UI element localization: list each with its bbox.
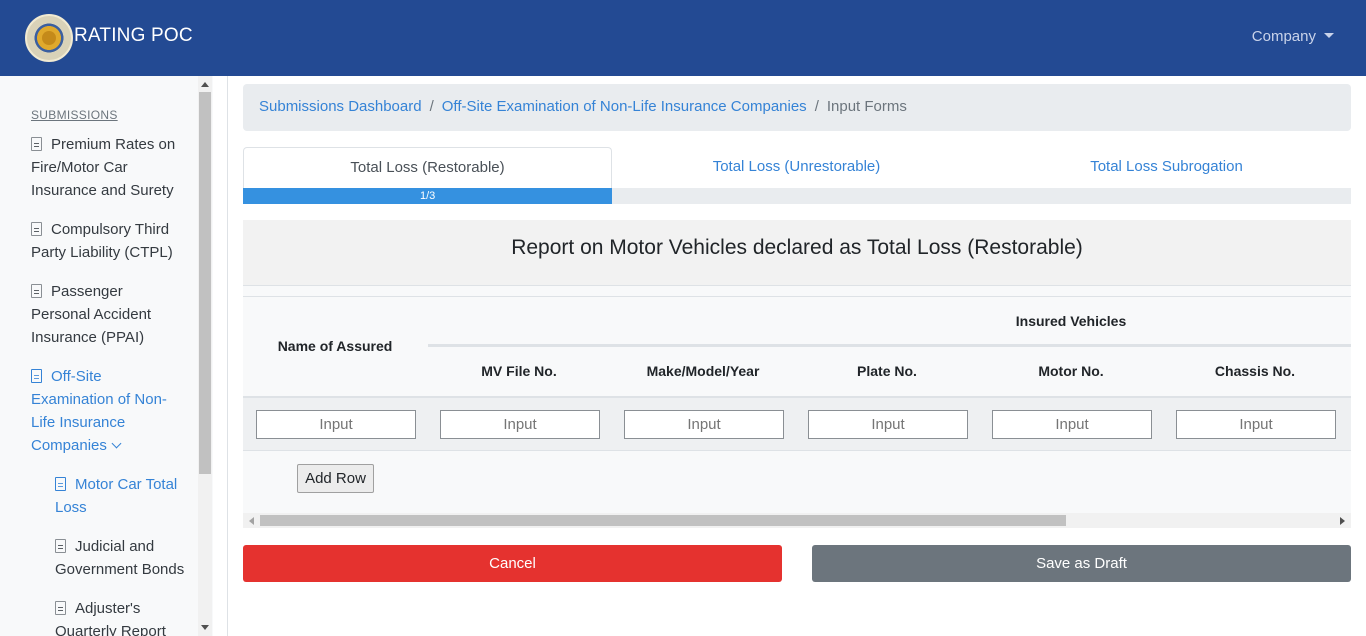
group-header-rule (428, 344, 1351, 347)
step-progress: 1/3 (243, 188, 1351, 204)
scroll-right-arrow-icon[interactable] (1340, 517, 1345, 525)
sidebar-item-label: Motor Car Total Loss (55, 476, 178, 516)
sidebar-item-label: Compulsory Third Party Liability (CTPL) (31, 221, 173, 261)
breadcrumb-link-offsite[interactable]: Off-Site Examination of Non-Life Insuran… (442, 98, 807, 115)
sidebar-item-label: Judicial and Government Bonds (55, 538, 185, 578)
top-navbar: RATING POC Company (0, 0, 1366, 76)
document-icon (31, 369, 42, 383)
group-header-insured-vehicles: Insured Vehicles (1015, 313, 1127, 329)
step-progress-bar: 1/3 (243, 188, 613, 204)
motor-no-input[interactable] (992, 410, 1152, 439)
sidebar-scrollbar[interactable] (198, 76, 212, 636)
sidebar-subitem-adjusters-report[interactable]: Adjuster's Quarterly Report (55, 597, 185, 636)
vehicle-table: Name of Assured Insured Vehicles MV File… (243, 286, 1351, 528)
name-of-assured-input[interactable] (256, 410, 416, 439)
make-model-year-input[interactable] (624, 410, 784, 439)
breadcrumb-current: Input Forms (826, 98, 907, 115)
mv-file-no-input[interactable] (440, 410, 600, 439)
scroll-left-arrow-icon[interactable] (249, 517, 254, 525)
table-scrollbar-thumb[interactable] (260, 515, 1066, 526)
column-header-plate-no: Plate No. (857, 363, 917, 379)
sidebar-item-label: Premium Rates on Fire/Motor Car Insuranc… (31, 136, 176, 199)
column-header-mv-file-no: MV File No. (481, 363, 557, 379)
tab-total-loss-subrogation[interactable]: Total Loss Subrogation (982, 147, 1351, 188)
company-dropdown-label: Company (1251, 28, 1316, 45)
sidebar-item-label: Off-Site Examination of Non-Life Insuran… (31, 368, 167, 454)
sidebar: SUBMISSIONS Premium Rates on Fire/Motor … (0, 76, 213, 636)
cancel-button[interactable]: Cancel (243, 545, 782, 582)
scroll-up-arrow-icon[interactable] (201, 82, 209, 87)
sidebar-divider (227, 76, 228, 636)
table-top-rule (243, 296, 1351, 297)
form-title: Report on Motor Vehicles declared as Tot… (243, 220, 1351, 286)
plate-no-input[interactable] (808, 410, 968, 439)
document-icon (55, 539, 66, 553)
scroll-down-arrow-icon[interactable] (201, 625, 209, 630)
sidebar-item-label: Passenger Personal Accident Insurance (P… (31, 283, 152, 346)
sidebar-heading: SUBMISSIONS (31, 108, 118, 122)
caret-down-icon (1324, 33, 1334, 38)
breadcrumb: Submissions Dashboard / Off-Site Examinati… (243, 84, 1351, 131)
sidebar-subitem-motor-car-total-loss[interactable]: Motor Car Total Loss (55, 473, 185, 519)
breadcrumb-separator: / (429, 98, 434, 115)
document-icon (31, 222, 42, 236)
sidebar-item-ctpl[interactable]: Compulsory Third Party Liability (CTPL) (31, 218, 181, 264)
column-header-chassis-no: Chassis No. (1214, 363, 1296, 379)
chassis-no-input[interactable] (1176, 410, 1336, 439)
column-header-make-model-year: Make/Model/Year (646, 363, 760, 379)
document-icon (31, 137, 42, 151)
save-as-draft-button[interactable]: Save as Draft (812, 545, 1351, 582)
sidebar-item-ppai[interactable]: Passenger Personal Accident Insurance (P… (31, 280, 161, 349)
add-row-button[interactable]: Add Row (297, 464, 374, 493)
breadcrumb-separator: / (814, 98, 819, 115)
tab-total-loss-restorable[interactable]: Total Loss (Restorable) (243, 147, 612, 188)
company-dropdown[interactable]: Company (1252, 28, 1334, 45)
logo-seal-icon[interactable] (25, 14, 73, 62)
sidebar-item-premium-rates[interactable]: Premium Rates on Fire/Motor Car Insuranc… (31, 133, 181, 202)
column-header-motor-no: Motor No. (1038, 363, 1104, 379)
document-icon (55, 601, 66, 615)
sidebar-scrollbar-thumb[interactable] (199, 92, 211, 474)
app-brand[interactable]: RATING POC (74, 25, 193, 47)
sidebar-item-label: Adjuster's Quarterly Report (55, 600, 166, 636)
table-horizontal-scrollbar[interactable] (243, 513, 1351, 528)
sidebar-item-offsite-examination[interactable]: Off-Site Examination of Non-Life Insuran… (31, 365, 177, 457)
chevron-down-icon (111, 438, 122, 449)
column-header-name-of-assured: Name of Assured (277, 338, 393, 354)
tab-total-loss-unrestorable[interactable]: Total Loss (Unrestorable) (612, 147, 981, 188)
document-icon (31, 284, 42, 298)
sidebar-subitem-judicial-bonds[interactable]: Judicial and Government Bonds (55, 535, 185, 581)
breadcrumb-link-dashboard[interactable]: Submissions Dashboard (259, 98, 422, 115)
document-icon (55, 477, 66, 491)
